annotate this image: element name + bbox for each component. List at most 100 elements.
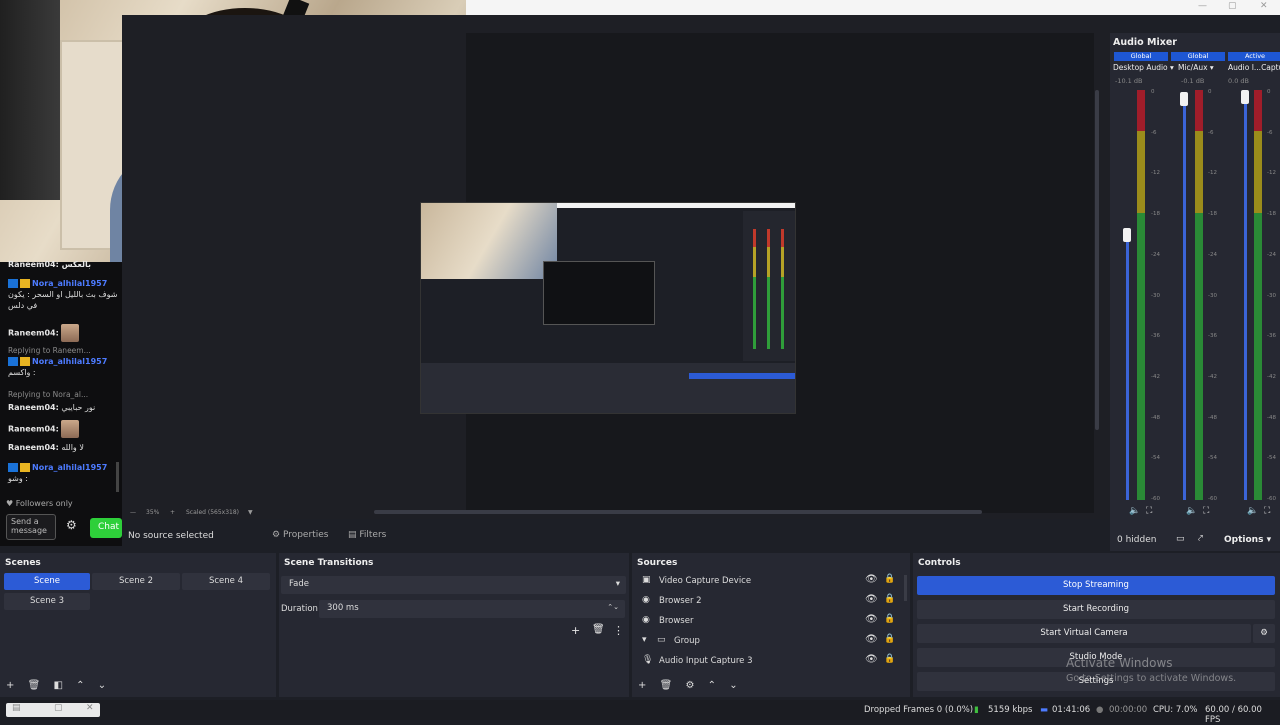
- volume-fader-track[interactable]: [1126, 235, 1129, 500]
- source-item[interactable]: ▣ Video Capture Device 👁 🔒: [638, 573, 904, 591]
- properties-button[interactable]: ⚙ Properties: [266, 527, 334, 545]
- trash-icon[interactable]: 🗑: [660, 680, 673, 691]
- globe-icon: ◉: [642, 615, 650, 625]
- status-bar: Dropped Frames 0 (0.0%) ▮ 5159 kbps ▬ 01…: [0, 700, 1280, 725]
- window-icon[interactable]: ▤: [12, 703, 21, 713]
- eye-icon[interactable]: 👁: [865, 574, 878, 585]
- source-item[interactable]: ◉ Browser 👁 🔒: [638, 613, 904, 631]
- source-item[interactable]: 🎙 Audio Input Capture 3 👁 🔒: [638, 653, 904, 671]
- mixer-tick-label: -12: [1151, 170, 1160, 177]
- scene-item[interactable]: Scene 2: [92, 573, 180, 590]
- monitor-icon[interactable]: ⛶: [1264, 506, 1270, 516]
- mixer-tick-label: -48: [1151, 414, 1160, 421]
- close-icon[interactable]: ✕: [1260, 1, 1268, 11]
- chat-reply[interactable]: Replying to Nora_al...: [8, 389, 88, 400]
- sources-scrollbar[interactable]: [904, 575, 907, 601]
- source-item[interactable]: ▾ ▭ Group 👁 🔒: [638, 633, 904, 651]
- maximize-icon[interactable]: ▢: [54, 703, 63, 713]
- start-virtual-camera-button[interactable]: Start Virtual Camera: [917, 624, 1251, 643]
- stop-streaming-button[interactable]: Stop Streaming: [917, 576, 1275, 595]
- chat-scrollbar[interactable]: [116, 462, 119, 492]
- lock-icon[interactable]: 🔒: [884, 634, 895, 644]
- stepper-icon[interactable]: ⌃⌄: [607, 603, 619, 611]
- minimize-icon[interactable]: —: [1198, 1, 1207, 11]
- scene-item[interactable]: Scene 4: [182, 573, 270, 590]
- lock-icon[interactable]: 🔒: [884, 574, 895, 584]
- layout-icon[interactable]: ▭: [1176, 534, 1185, 544]
- mixer-options-button[interactable]: Options ▾: [1224, 535, 1271, 545]
- eye-icon[interactable]: 👁: [865, 614, 878, 625]
- volume-fader-knob[interactable]: [1241, 90, 1249, 104]
- mixer-tick-label: 0: [1151, 89, 1155, 95]
- sources-dock: Sources ▣ Video Capture Device 👁 🔒 ◉ Browser…: [632, 553, 910, 697]
- add-icon[interactable]: +: [638, 680, 646, 691]
- chat-send-button[interactable]: Chat: [90, 518, 122, 538]
- nested-webcam: [421, 203, 557, 279]
- chat-message: Raneem04:: [8, 420, 80, 438]
- duration-input[interactable]: 300 ms ⌃⌄: [319, 600, 625, 618]
- close-icon[interactable]: ✕: [86, 703, 94, 713]
- stream-icon: ▬: [1040, 705, 1049, 715]
- preview-vertical-scrollbar[interactable]: [1095, 90, 1099, 430]
- eye-icon[interactable]: 👁: [865, 594, 878, 605]
- nested-titlebar: [557, 203, 795, 208]
- chevron-down-icon[interactable]: ▼: [248, 509, 253, 516]
- channel-name[interactable]: Audio I...Captu: [1228, 63, 1280, 72]
- channel-name[interactable]: Desktop Audio ▾: [1113, 63, 1174, 72]
- scene-item[interactable]: Scene: [4, 573, 90, 590]
- lock-icon[interactable]: 🔒: [884, 594, 895, 604]
- monitor-icon[interactable]: ⛶: [1203, 506, 1209, 516]
- eye-icon[interactable]: 👁: [865, 654, 878, 665]
- volume-fader-track[interactable]: [1244, 100, 1247, 500]
- gear-icon[interactable]: ⚙: [685, 680, 694, 691]
- zoom-in-icon[interactable]: +: [170, 509, 175, 516]
- zoom-out-icon[interactable]: —: [130, 509, 136, 516]
- preview-horizontal-scrollbar[interactable]: [374, 510, 982, 514]
- lock-icon[interactable]: 🔒: [884, 654, 895, 664]
- filter-icon[interactable]: ◧: [53, 680, 62, 691]
- monitor-icon[interactable]: ⛶: [1146, 506, 1152, 516]
- add-icon[interactable]: +: [6, 680, 14, 691]
- speaker-icon[interactable]: 🔈: [1186, 506, 1197, 516]
- link-icon[interactable]: ⤤: [1198, 534, 1203, 544]
- trash-icon[interactable]: 🗑: [592, 624, 605, 635]
- scaled-label[interactable]: Scaled (565x318): [186, 509, 239, 516]
- channel-name[interactable]: Mic/Aux ▾: [1178, 63, 1214, 72]
- taskbar-window-buttons[interactable]: ▤ ▢ ✕: [6, 703, 100, 717]
- mixer-tick-label: 0: [1208, 89, 1212, 95]
- volume-meter: [1195, 90, 1203, 500]
- record-time: 00:00:00: [1109, 705, 1148, 715]
- start-recording-button[interactable]: Start Recording: [917, 600, 1275, 619]
- move-down-icon[interactable]: ⌄: [98, 680, 106, 691]
- filters-button[interactable]: ▤ Filters: [342, 527, 392, 545]
- transition-type-select[interactable]: Fade ▾: [281, 576, 626, 594]
- source-item[interactable]: ◉ Browser 2 👁 🔒: [638, 593, 904, 611]
- nested-docks: [421, 363, 795, 413]
- chat-reply[interactable]: Replying to Raneem...: [8, 345, 91, 356]
- speaker-icon[interactable]: 🔈: [1247, 506, 1258, 516]
- move-down-icon[interactable]: ⌄: [729, 680, 737, 691]
- chat-message: Raneem04:: [8, 324, 80, 342]
- maximize-icon[interactable]: ▢: [1228, 1, 1237, 11]
- volume-fader-knob[interactable]: [1180, 92, 1188, 106]
- chevron-down-icon[interactable]: ▾: [642, 635, 647, 645]
- mixer-tick-label: -54: [1151, 455, 1160, 462]
- mixer-tick-label: -18: [1151, 211, 1160, 218]
- mixer-tick-label: -48: [1208, 414, 1217, 421]
- more-icon[interactable]: ⋮: [613, 624, 624, 637]
- gear-icon[interactable]: ⚙: [66, 518, 77, 532]
- add-icon[interactable]: +: [571, 624, 580, 637]
- move-up-icon[interactable]: ⌃: [76, 680, 84, 691]
- mixer-tick-label: -60: [1151, 496, 1160, 502]
- chat-top-fragment: Raneem04: بالعكس: [8, 260, 92, 269]
- trash-icon[interactable]: 🗑: [28, 680, 41, 691]
- chat-message-input[interactable]: Send a message: [6, 514, 56, 540]
- lock-icon[interactable]: 🔒: [884, 614, 895, 624]
- eye-icon[interactable]: 👁: [865, 634, 878, 645]
- volume-fader-knob[interactable]: [1123, 228, 1131, 242]
- volume-fader-track[interactable]: [1183, 100, 1186, 500]
- scene-item[interactable]: Scene 3: [4, 593, 90, 610]
- speaker-icon[interactable]: 🔈: [1129, 506, 1140, 516]
- move-up-icon[interactable]: ⌃: [708, 680, 716, 691]
- gear-icon[interactable]: ⚙: [1253, 624, 1275, 643]
